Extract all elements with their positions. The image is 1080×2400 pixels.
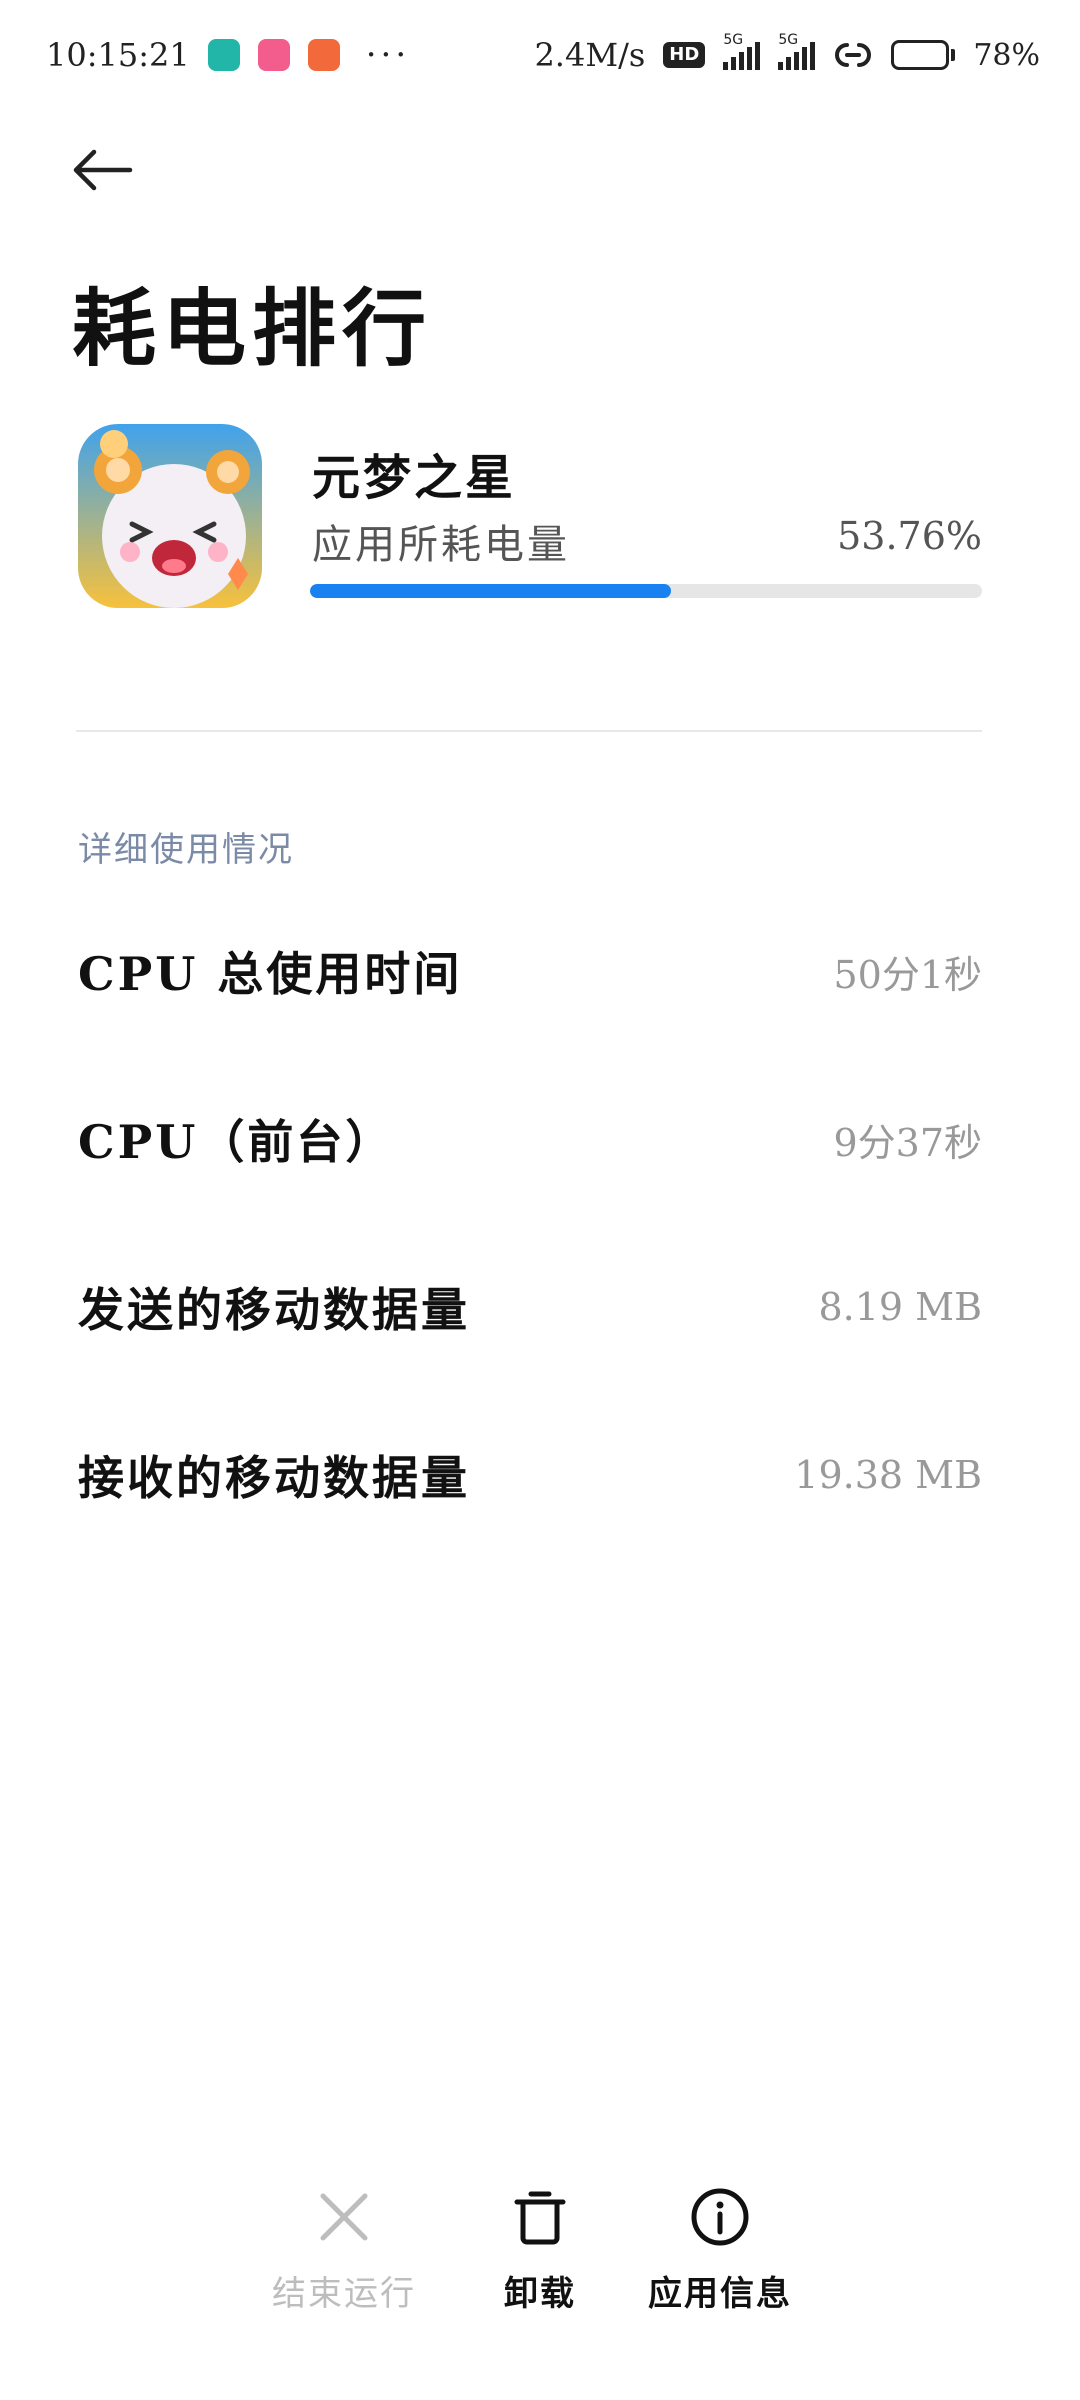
mi-icon (307, 39, 340, 71)
detail-label: 发送的移动数据量 (78, 1283, 470, 1337)
app-info-label: 应用信息 (648, 2274, 792, 2314)
detail-label: CPU 总使用时间 (78, 947, 463, 1001)
battery-icon (891, 40, 956, 70)
force-stop-label: 结束运行 (272, 2274, 416, 2314)
hd-voice-icon: HD (663, 42, 706, 68)
yuanmeng-app-icon (78, 424, 262, 608)
sim1-network-label: 5G (723, 32, 744, 48)
detail-value: 8.19 MB (818, 1285, 982, 1329)
uninstall-label: 卸载 (504, 2274, 576, 2314)
status-bar-left: 10:15:21 ··· (46, 36, 410, 74)
usage-progress-bar (310, 584, 982, 598)
hotspot-link-icon (835, 43, 872, 67)
divider (76, 730, 982, 732)
detail-row-cpu-foreground: CPU（前台） 9分37秒 (78, 1094, 982, 1184)
battery-usage-screen: 10:15:21 ··· 2.4M/s HD 5G 5G 78% 耗电排行 元梦… (0, 0, 1080, 2400)
detail-value: 50分1秒 (833, 952, 982, 997)
uninstall-button[interactable]: 卸载 (450, 2170, 630, 2320)
info-icon (691, 2188, 749, 2246)
status-time: 10:15:21 (46, 36, 190, 74)
app-icon (78, 424, 262, 608)
detail-row-cpu-total: CPU 总使用时间 50分1秒 (78, 926, 982, 1016)
back-button[interactable] (70, 140, 150, 200)
page-title: 耗电排行 (72, 279, 433, 378)
bottom-action-bar: 结束运行 卸载 应用信息 (0, 2170, 1080, 2330)
bilibili-icon (257, 39, 290, 71)
sim2-network-label: 5G (778, 32, 799, 48)
network-speed: 2.4M/s (534, 36, 646, 74)
detail-label: CPU（前台） (78, 1115, 395, 1169)
status-bar-right: 2.4M/s HD 5G 5G 78% (534, 32, 1040, 74)
detail-row-data-sent: 发送的移动数据量 8.19 MB (78, 1262, 982, 1352)
usage-label: 应用所耗电量 (312, 522, 570, 568)
detail-value: 19.38 MB (794, 1453, 982, 1497)
sim2-signal-icon: 5G (778, 32, 816, 70)
more-notifications-icon: ··· (365, 35, 411, 75)
detail-row-data-received: 接收的移动数据量 19.38 MB (78, 1430, 982, 1520)
force-stop-button[interactable]: 结束运行 (254, 2170, 434, 2320)
usage-progress-fill (310, 584, 672, 598)
section-header: 详细使用情况 (78, 830, 294, 870)
detail-value: 9分37秒 (833, 1120, 982, 1165)
trash-icon (514, 2191, 566, 2245)
app-info-button[interactable]: 应用信息 (630, 2170, 810, 2320)
status-bar: 10:15:21 ··· 2.4M/s HD 5G 5G 78% (0, 0, 1080, 110)
sim1-signal-icon: 5G (723, 32, 761, 70)
boss-zhipin-icon (207, 39, 240, 71)
usage-percent: 53.76% (837, 514, 982, 558)
arrow-left-icon (73, 149, 133, 191)
app-name: 元梦之星 (312, 450, 517, 506)
close-icon (320, 2193, 368, 2241)
detail-label: 接收的移动数据量 (78, 1451, 470, 1505)
battery-percent: 78% (973, 37, 1040, 73)
